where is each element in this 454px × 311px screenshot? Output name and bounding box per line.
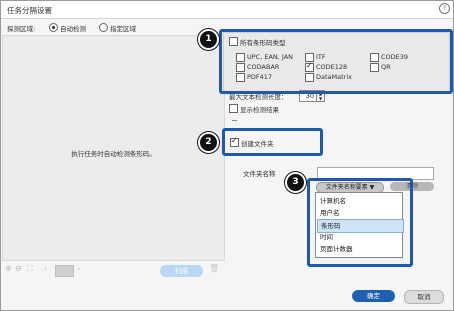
fit-icon[interactable]: ⛶ (27, 265, 33, 273)
zoom-out-icon[interactable]: ⊖ (15, 265, 22, 273)
dialog-title: 任务分隔设置 (7, 6, 52, 15)
title-bar: 任务分隔设置 (1, 1, 453, 19)
callout-badge-3: 3 (285, 172, 306, 193)
callout-frame-barcode-types (219, 29, 453, 94)
page-number-input[interactable] (55, 265, 74, 277)
detection-area-label: 探测区域: (7, 25, 36, 33)
divider (232, 120, 237, 121)
radio-specify-area[interactable] (99, 23, 108, 32)
ok-button[interactable]: 确定 (352, 290, 395, 302)
checkbox-show-results[interactable] (229, 104, 238, 113)
radio-auto-detect-label: 自动检测 (60, 25, 86, 33)
prev-page-icon[interactable]: ‹ (44, 265, 47, 273)
callout-badge-2: 2 (198, 132, 219, 153)
callout-frame-create-folder (222, 128, 323, 156)
radio-specify-area-label: 指定区域 (110, 25, 136, 33)
callout-frame-menu (307, 178, 413, 267)
help-icon[interactable]: ? (439, 3, 450, 14)
zoom-in-icon[interactable]: ⊕ (5, 265, 12, 273)
delete-icon[interactable]: 🗑 (209, 264, 219, 273)
scan-button[interactable]: 扫描 (160, 265, 203, 277)
cancel-button[interactable]: 取消 (404, 290, 444, 304)
preview-area: 执行任务时自动检测条形码。 (2, 35, 225, 261)
callout-badge-1: 1 (198, 29, 219, 50)
radio-auto-detect[interactable] (49, 23, 58, 32)
folder-name-label: 文件夹名称 (243, 170, 276, 178)
preview-message: 执行任务时自动检测条形码。 (71, 150, 156, 158)
show-results-label: 显示检测结果 (240, 106, 279, 114)
next-page-icon[interactable]: › (77, 265, 80, 273)
